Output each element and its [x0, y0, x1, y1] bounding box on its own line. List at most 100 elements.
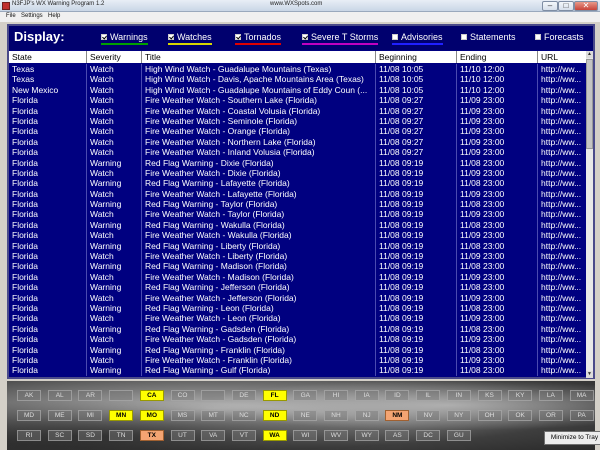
header-title[interactable]: Title: [142, 51, 376, 63]
state-button-hi[interactable]: HI: [324, 390, 348, 401]
filter-warnings[interactable]: Warnings: [101, 32, 148, 48]
state-button-nm[interactable]: NM: [385, 410, 410, 421]
menu-help[interactable]: Help: [48, 13, 60, 19]
state-button-ri[interactable]: RI: [17, 430, 41, 441]
state-button-tn[interactable]: TN: [109, 430, 134, 441]
scroll-down-arrow-icon[interactable]: ▼: [586, 371, 593, 378]
header-url[interactable]: URL: [538, 51, 586, 63]
state-button-me[interactable]: ME: [47, 410, 72, 421]
cell-url[interactable]: http://ww...: [538, 85, 586, 95]
state-button-wa[interactable]: WA: [262, 430, 287, 441]
cell-url[interactable]: http://ww...: [538, 355, 586, 365]
table-row[interactable]: Florida Watch Fire Weather Watch - Souther…: [9, 95, 586, 106]
cell-url[interactable]: http://ww...: [538, 230, 586, 240]
cell-url[interactable]: http://ww...: [538, 147, 586, 157]
state-button-de[interactable]: DE: [231, 390, 256, 401]
table-row[interactable]: Florida Watch Fire Weather Watch - Orange …: [9, 126, 586, 137]
state-button-fl[interactable]: FL: [262, 390, 287, 401]
table-row[interactable]: Texas Watch High Wind Watch - Guadalupe Mo…: [9, 64, 586, 75]
cell-url[interactable]: http://ww...: [538, 74, 586, 84]
state-button-oh[interactable]: OH: [477, 410, 502, 421]
table-row[interactable]: Florida Watch Fire Weather Watch - Liberty…: [9, 251, 586, 262]
table-row[interactable]: Florida Watch Fire Weather Watch - Lafayet…: [9, 188, 586, 200]
state-button-as[interactable]: AS: [385, 430, 410, 441]
state-button-mn[interactable]: MN: [109, 410, 134, 421]
cell-url[interactable]: http://ww...: [538, 106, 586, 116]
table-row[interactable]: Florida Watch Fire Weather Watch - Norther…: [9, 136, 586, 148]
checkbox-icon[interactable]: [235, 34, 241, 40]
table-row[interactable]: Florida Watch Fire Weather Watch - Wakulla…: [9, 230, 586, 241]
table-row[interactable]: New Mexico Watch High Wind Watch - Guadalu…: [9, 84, 586, 96]
state-button-al[interactable]: AL: [47, 390, 72, 401]
state-button-nd[interactable]: ND: [262, 410, 287, 421]
cell-url[interactable]: http://ww...: [538, 158, 586, 168]
state-button-vt[interactable]: VT: [231, 430, 256, 441]
menu-file[interactable]: File: [6, 13, 16, 19]
table-row[interactable]: Florida Watch Fire Weather Watch - Jeffers…: [9, 292, 586, 303]
table-row[interactable]: Florida Warning Red Flag Warning - Frankli…: [9, 344, 586, 355]
state-button-ak[interactable]: AK: [17, 390, 41, 401]
filter-tornados[interactable]: Tornados: [235, 32, 282, 48]
maximize-window-button[interactable]: □: [558, 1, 574, 11]
cell-url[interactable]: http://ww...: [538, 116, 586, 126]
state-button-mo[interactable]: MO: [139, 410, 164, 421]
checkbox-icon[interactable]: [101, 34, 107, 40]
table-row[interactable]: Florida Warning Red Flag Warning - Liberty…: [9, 240, 586, 252]
checkbox-icon[interactable]: [535, 34, 541, 40]
header-state[interactable]: State: [9, 51, 87, 63]
cell-url[interactable]: http://ww...: [538, 168, 586, 178]
state-button-mt[interactable]: MT: [201, 410, 226, 421]
table-row[interactable]: Florida Watch Fire Weather Watch - Gadsden…: [9, 334, 586, 345]
table-row[interactable]: Florida Warning Red Flag Warning - Madison…: [9, 261, 586, 272]
table-row[interactable]: Florida Warning Red Flag Warning - Lafayet…: [9, 178, 586, 189]
cell-url[interactable]: http://ww...: [538, 220, 586, 230]
cell-url[interactable]: http://ww...: [538, 313, 586, 323]
state-button-sd[interactable]: SD: [78, 430, 103, 441]
checkbox-icon[interactable]: [168, 34, 174, 40]
state-button-ms[interactable]: MS: [170, 410, 195, 421]
state-button-nj[interactable]: NJ: [354, 410, 379, 421]
state-button-ma[interactable]: MA: [569, 390, 594, 401]
state-button-wv[interactable]: WV: [324, 430, 348, 441]
state-button-empty[interactable]: [201, 390, 226, 401]
cell-url[interactable]: http://ww...: [538, 324, 586, 334]
table-row[interactable]: Florida Warning Red Flag Warning - Wakulla…: [9, 219, 586, 231]
checkbox-icon[interactable]: [392, 34, 398, 40]
filter-statements[interactable]: Statements: [461, 32, 516, 48]
scroll-up-arrow-icon[interactable]: ▲: [586, 51, 593, 58]
cell-url[interactable]: http://ww...: [538, 272, 586, 282]
state-button-ca[interactable]: CA: [139, 390, 164, 401]
table-row[interactable]: Florida Warning Red Flag Warning - Jeffers…: [9, 282, 586, 293]
cell-url[interactable]: http://ww...: [538, 282, 586, 292]
state-button-ny[interactable]: NY: [446, 410, 471, 421]
table-row[interactable]: Florida Watch Fire Weather Watch - Taylor …: [9, 209, 586, 220]
minimize-window-button[interactable]: –: [542, 1, 558, 11]
state-button-ks[interactable]: KS: [477, 390, 502, 401]
cell-url[interactable]: http://ww...: [538, 209, 586, 219]
close-window-button[interactable]: ✕: [574, 1, 598, 11]
menu-settings[interactable]: Settings: [21, 13, 43, 19]
state-button-ga[interactable]: GA: [293, 390, 318, 401]
cell-url[interactable]: http://ww...: [538, 189, 586, 199]
table-row[interactable]: Florida Watch Fire Weather Watch - Frankli…: [9, 354, 586, 366]
state-button-pa[interactable]: PA: [569, 410, 594, 421]
cell-url[interactable]: http://ww...: [538, 303, 586, 313]
cell-url[interactable]: http://ww...: [538, 261, 586, 271]
cell-url[interactable]: http://ww...: [538, 365, 586, 375]
checkbox-icon[interactable]: [302, 34, 308, 40]
state-button-wi[interactable]: WI: [293, 430, 318, 441]
filter-forecasts[interactable]: Forecasts: [535, 32, 584, 48]
checkbox-icon[interactable]: [461, 34, 467, 40]
state-button-or[interactable]: OR: [538, 410, 563, 421]
cell-url[interactable]: http://ww...: [538, 241, 586, 251]
cell-url[interactable]: http://ww...: [538, 199, 586, 209]
scroll-thumb[interactable]: [586, 59, 593, 149]
cell-url[interactable]: http://ww...: [538, 334, 586, 344]
table-row[interactable]: Florida Watch Fire Weather Watch - Dixie (…: [9, 167, 586, 179]
table-row[interactable]: Florida Warning Red Flag Warning - Leon (F…: [9, 302, 586, 314]
state-button-sc[interactable]: SC: [47, 430, 72, 441]
minimize-to-tray-button[interactable]: Minimize to Tray: [544, 431, 600, 445]
state-button-ar[interactable]: AR: [78, 390, 103, 401]
cell-url[interactable]: http://ww...: [538, 126, 586, 136]
state-button-ok[interactable]: OK: [508, 410, 533, 421]
